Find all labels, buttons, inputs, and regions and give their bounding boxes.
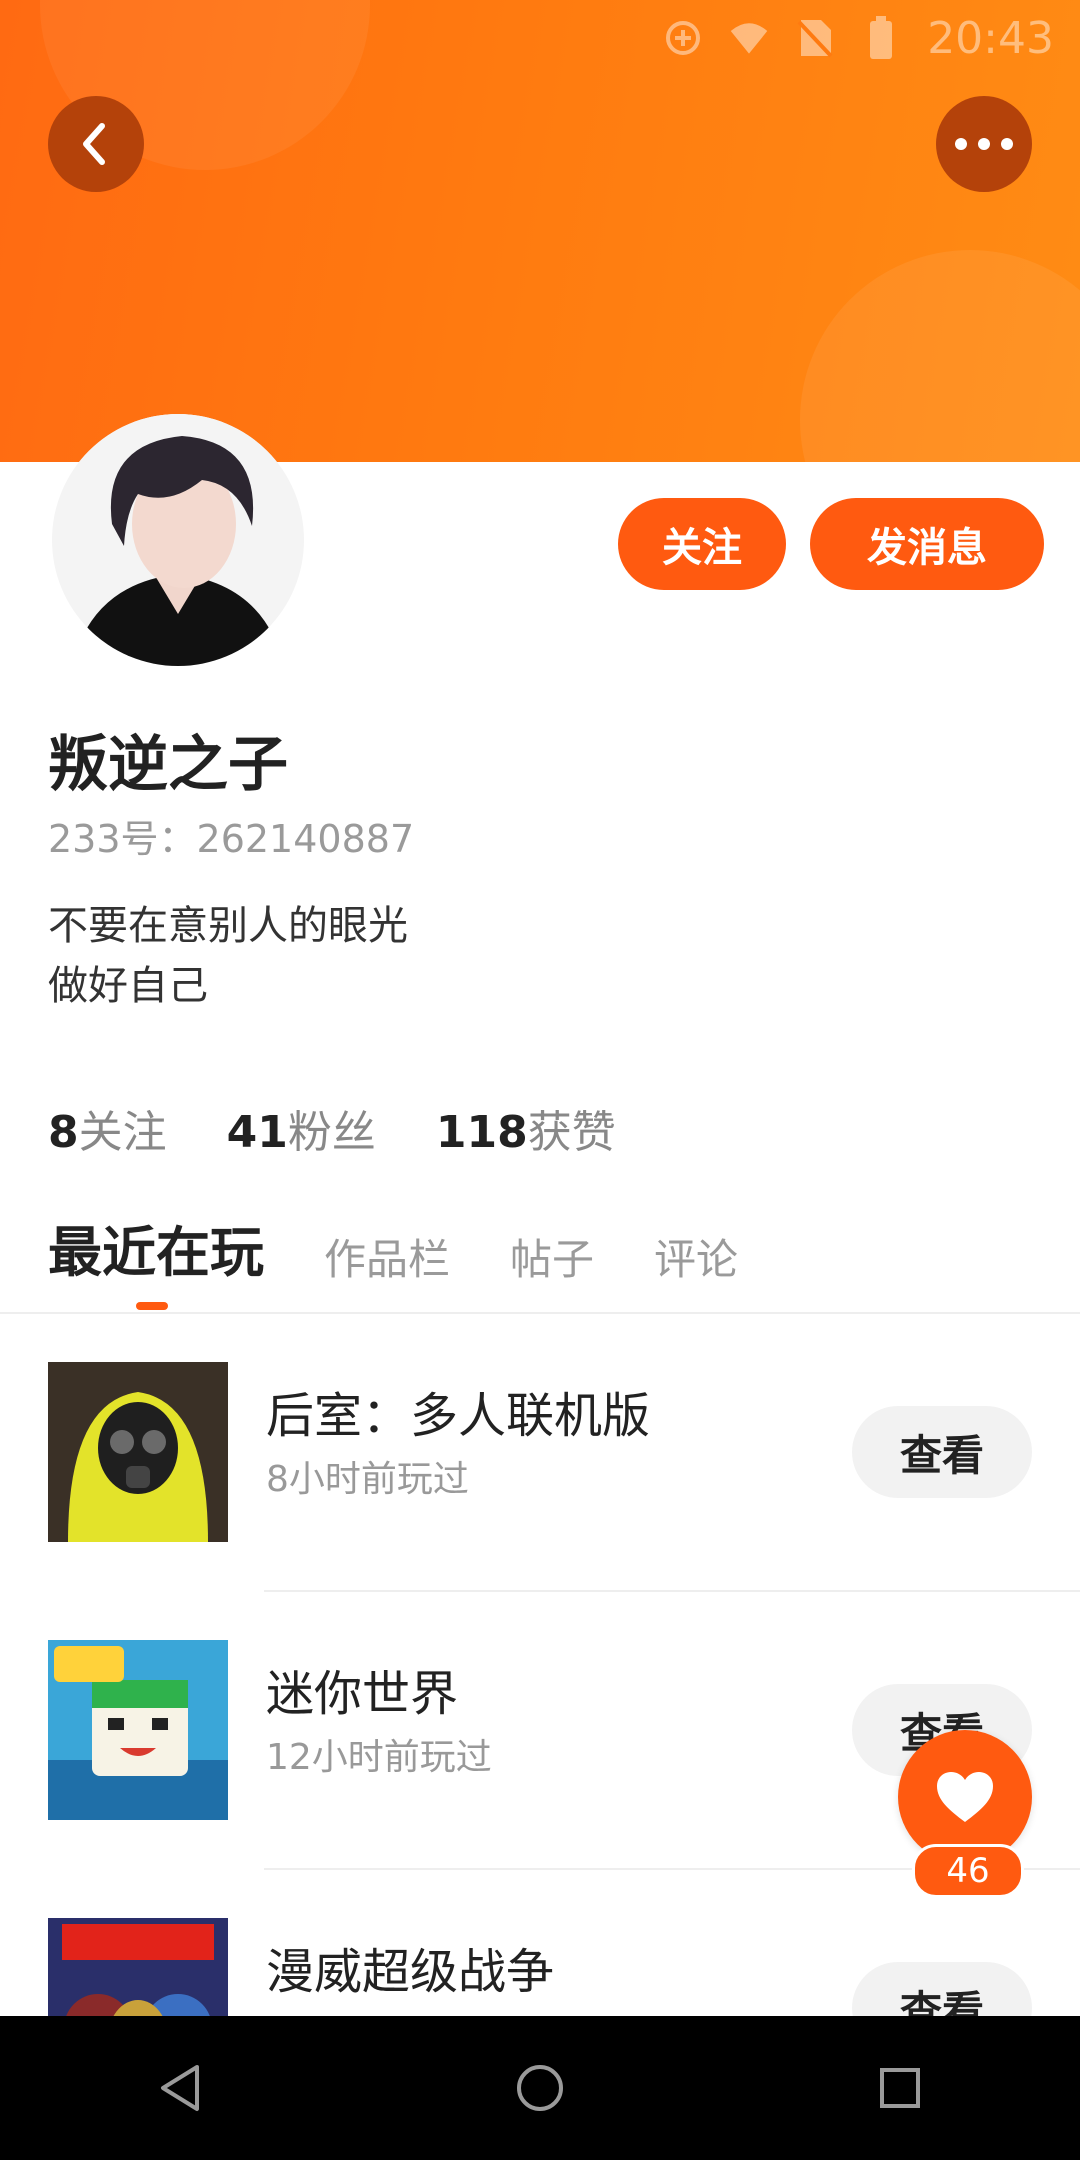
follow-button[interactable]: 关注 — [618, 498, 786, 590]
bio-line: 做好自己 — [48, 963, 208, 1009]
more-options-button[interactable] — [936, 96, 1032, 192]
send-message-button[interactable]: 发消息 — [810, 498, 1044, 590]
game-title: 后室：多人联机版 — [266, 1388, 651, 1444]
stat-label: 获赞 — [527, 1107, 616, 1158]
circle-home-icon — [517, 2065, 563, 2111]
wifi-icon — [729, 18, 769, 58]
no-sim-icon — [795, 18, 835, 58]
chevron-left-icon — [83, 123, 105, 165]
nav-home-button[interactable] — [480, 2028, 600, 2148]
game-last-played: 12小时前玩过 — [266, 1737, 492, 1778]
stat-count: 118 — [435, 1107, 528, 1158]
stat-count: 8 — [48, 1107, 79, 1158]
back-button[interactable] — [48, 96, 144, 192]
tab-recent[interactable]: 最近在玩 — [48, 1208, 264, 1287]
avatar[interactable] — [52, 414, 304, 666]
bio-line: 不要在意别人的眼光 — [48, 903, 408, 949]
like-count-badge: 46 — [912, 1844, 1024, 1898]
profile-tabs: 最近在玩 作品栏 帖子 评论 — [48, 1208, 738, 1287]
stat-likes: 118获赞 — [436, 1096, 616, 1160]
status-time: 20:43 — [927, 12, 1054, 64]
system-nav-bar — [0, 2016, 1080, 2160]
stat-count: 41 — [226, 1107, 288, 1158]
profile-banner — [0, 0, 1080, 462]
heart-icon — [937, 1772, 993, 1822]
game-title: 迷你世界 — [266, 1666, 459, 1722]
stat-label: 关注 — [78, 1107, 167, 1158]
profile-bio: 不要在意别人的眼光 做好自己 — [48, 896, 408, 1016]
data-saver-icon — [663, 18, 703, 58]
profile-stats: 8关注 41粉丝 118获赞 — [48, 1096, 616, 1160]
tab-indicator — [136, 1302, 168, 1310]
profile-id: 233号：262140887 — [48, 817, 415, 861]
battery-icon — [861, 16, 901, 59]
game-last-played: 8小时前玩过 — [266, 1459, 469, 1500]
game-title: 漫威超级战争 — [266, 1944, 555, 2000]
tab-comments[interactable]: 评论 — [654, 1226, 738, 1287]
stat-fans[interactable]: 41粉丝 — [227, 1096, 376, 1160]
tab-posts[interactable]: 帖子 — [510, 1226, 594, 1287]
stat-label: 粉丝 — [287, 1107, 376, 1158]
nav-back-button[interactable] — [120, 2028, 240, 2148]
game-thumbnail — [48, 1640, 228, 1820]
square-recent-icon — [880, 2068, 920, 2108]
more-dots-icon — [955, 138, 1013, 150]
tab-works[interactable]: 作品栏 — [324, 1226, 450, 1287]
list-item[interactable]: 后室：多人联机版 8小时前玩过 查看 — [0, 1314, 1080, 1592]
triangle-back-icon — [161, 2065, 199, 2111]
stat-following[interactable]: 8关注 — [48, 1096, 167, 1160]
view-button[interactable]: 查看 — [852, 1406, 1032, 1498]
banner-decoration — [800, 250, 1080, 462]
profile-name: 叛逆之子 — [48, 730, 288, 800]
status-bar: 20:43 — [663, 12, 1054, 64]
game-thumbnail — [48, 1362, 228, 1542]
nav-recent-button[interactable] — [840, 2028, 960, 2148]
